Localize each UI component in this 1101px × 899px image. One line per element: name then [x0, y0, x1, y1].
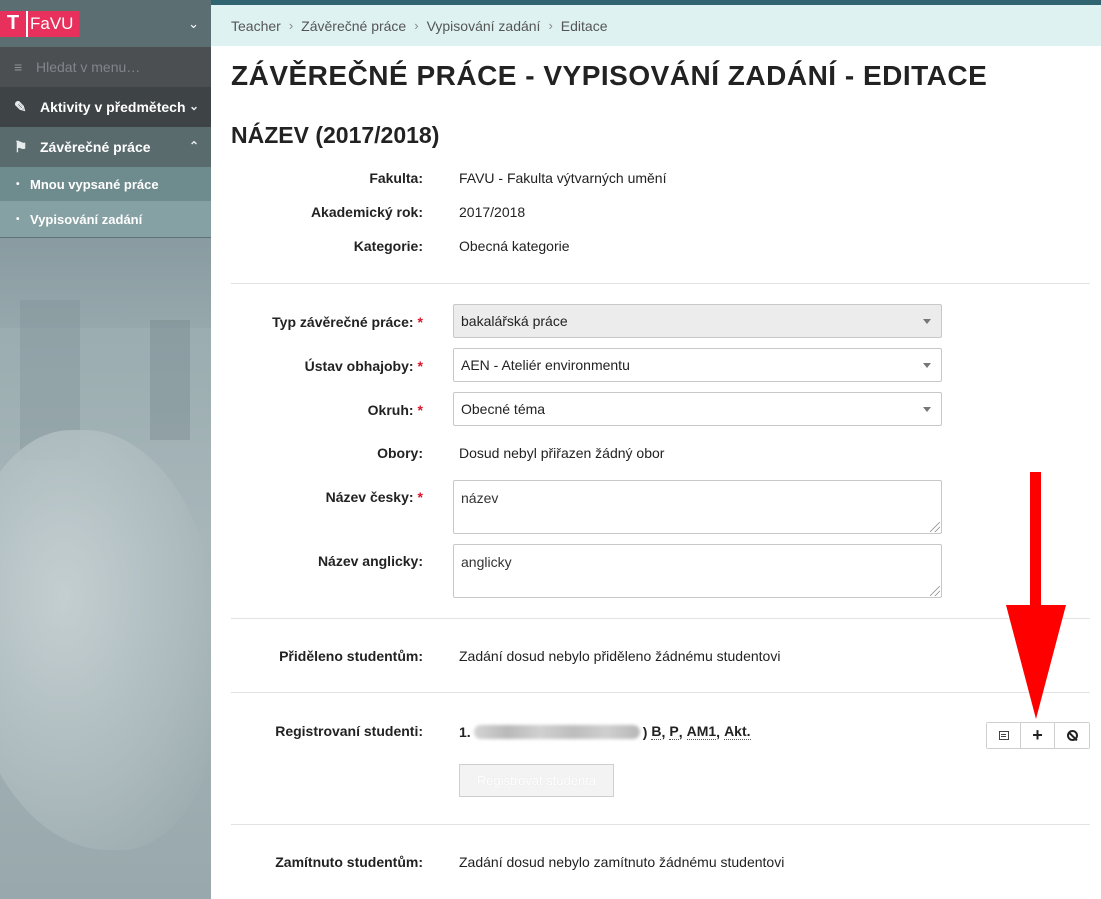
student-actions: +: [986, 722, 1090, 749]
fakulta-value: FAVU - Fakulta výtvarných umění: [459, 170, 667, 186]
bullet-icon: •: [16, 178, 20, 190]
sidebar-background-image: [150, 320, 190, 440]
zamitnuto-value: Zadání dosud nebylo zamítnuto žádnému st…: [459, 854, 785, 870]
okruh-select[interactable]: Obecné téma: [453, 392, 942, 426]
akademicky-rok-value: 2017/2018: [459, 204, 526, 220]
student-tag: Akt.: [724, 723, 751, 740]
search-menu-icon: ≡: [14, 59, 23, 75]
register-student-button[interactable]: Registrovat studenta: [459, 764, 614, 797]
breadcrumb-item[interactable]: Teacher: [231, 18, 281, 34]
sidebar-subitem-mnou-vypsane[interactable]: • Mnou vypsané práce: [0, 167, 211, 201]
resize-grip-icon[interactable]: [930, 522, 940, 532]
sidebar-subitem-label: Vypisování zadání: [30, 211, 143, 227]
kategorie-value: Obecná kategorie: [459, 238, 570, 254]
breadcrumb-item[interactable]: Vypisování zadání: [427, 18, 541, 34]
resize-grip-icon[interactable]: [930, 586, 940, 596]
student-tag: P: [669, 723, 679, 740]
sidebar-subitem-label: Mnou vypsané práce: [30, 176, 159, 192]
chevron-right-icon: ›: [414, 18, 419, 33]
chevron-down-icon: ⌄: [188, 99, 199, 113]
sidebar-item-label: Závěrečné práce: [40, 139, 151, 155]
student-tag: AM1: [686, 723, 717, 740]
student-index: 1.: [459, 723, 471, 740]
menu-search-input[interactable]: [36, 59, 196, 75]
breadcrumb-item-current: Editace: [560, 17, 608, 34]
brand-bar[interactable]: T FaVU ⌄: [0, 0, 211, 47]
sidebar: T FaVU ⌄ ≡ ✎ Aktivity v předmětech ⌄ ⚑ Z…: [0, 0, 211, 899]
logo-mark: T: [0, 10, 26, 37]
ustav-obhajoby-label: Ústav obhajoby: *: [304, 358, 423, 374]
typ-prace-label: Typ závěrečné práce: *: [272, 314, 423, 330]
divider: [231, 283, 1090, 284]
ban-icon: [1066, 730, 1078, 741]
comment-button[interactable]: [987, 723, 1021, 748]
bullet-icon: •: [16, 213, 20, 225]
chevron-down-icon[interactable]: ⌄: [188, 16, 199, 32]
nazev-anglicky-textarea[interactable]: anglicky: [453, 544, 942, 598]
divider: [231, 824, 1090, 825]
registered-student-row: 1. ) B, P, AM1, Akt.: [459, 723, 751, 740]
edit-icon: ✎: [14, 99, 27, 116]
chevron-right-icon: ›: [288, 18, 294, 33]
nazev-cesky-label: Název česky: *: [325, 489, 423, 505]
ustav-obhajoby-value: AEN - Ateliér environmentu: [461, 357, 630, 373]
nazev-cesky-textarea[interactable]: název: [453, 480, 942, 534]
plus-icon: +: [1032, 725, 1043, 745]
breadcrumb: Teacher › Závěrečné práce › Vypisování z…: [211, 5, 1101, 46]
registrovani-label: Registrovaní studenti:: [275, 723, 423, 739]
divider: [231, 618, 1090, 619]
nazev-anglicky-value: anglicky: [461, 554, 512, 570]
obory-label: Obory:: [377, 445, 423, 461]
nazev-anglicky-label: Název anglicky:: [317, 553, 423, 569]
typ-prace-value: bakalářská práce: [461, 313, 568, 329]
page-title: ZÁVĚREČNÉ PRÁCE - VYPISOVÁNÍ ZADÁNÍ - ED…: [231, 60, 988, 91]
prideleno-value: Zadání dosud nebylo přiděleno žádnému st…: [459, 648, 781, 664]
okruh-label: Okruh: *: [367, 402, 423, 418]
student-closing-paren: ): [642, 723, 648, 740]
nazev-cesky-value: název: [461, 490, 499, 506]
okruh-value: Obecné téma: [461, 401, 546, 417]
page-subtitle: NÁZEV (2017/2018): [231, 122, 440, 148]
fakulta-label: Fakulta:: [369, 170, 423, 186]
obory-value: Dosud nebyl přiřazen žádný obor: [459, 445, 665, 461]
chevron-up-icon: ⌃: [188, 139, 199, 153]
ustav-obhajoby-select[interactable]: AEN - Ateliér environmentu: [453, 348, 942, 382]
sidebar-item-label: Aktivity v předmětech: [40, 99, 186, 115]
divider: [231, 692, 1090, 693]
kategorie-label: Kategorie:: [353, 238, 423, 254]
sidebar-subitem-vypisovani[interactable]: • Vypisování zadání: [0, 201, 211, 238]
menu-search[interactable]: ≡: [0, 47, 211, 87]
redacted-student-name: [473, 724, 640, 739]
chevron-right-icon: ›: [548, 18, 553, 33]
sidebar-item-aktivity[interactable]: ✎ Aktivity v předmětech ⌄: [0, 87, 211, 127]
sidebar-background-image: [0, 430, 211, 850]
logo-text: FaVU: [26, 10, 80, 37]
main-content: Teacher › Závěrečné práce › Vypisování z…: [211, 0, 1101, 899]
dropdown-arrow-icon: [923, 319, 931, 324]
akademicky-rok-label: Akademický rok:: [310, 204, 423, 220]
typ-prace-select[interactable]: bakalářská práce: [453, 304, 942, 338]
dropdown-arrow-icon: [923, 407, 931, 412]
dropdown-arrow-icon: [923, 363, 931, 368]
checkered-flag-icon: ⚑: [14, 139, 28, 156]
assign-student-button[interactable]: +: [1021, 723, 1055, 748]
student-tag: B: [651, 723, 662, 740]
reject-student-button[interactable]: [1055, 723, 1089, 748]
breadcrumb-item[interactable]: Závěrečné práce: [301, 18, 406, 34]
zamitnuto-label: Zamítnuto studentům:: [275, 854, 423, 870]
sidebar-item-zaverecne-prace[interactable]: ⚑ Závěrečné práce ⌃: [0, 127, 211, 167]
annotation-arrow-head: [1006, 605, 1066, 719]
comment-icon: [998, 731, 1009, 740]
prideleno-label: Přiděleno studentům:: [279, 648, 423, 664]
